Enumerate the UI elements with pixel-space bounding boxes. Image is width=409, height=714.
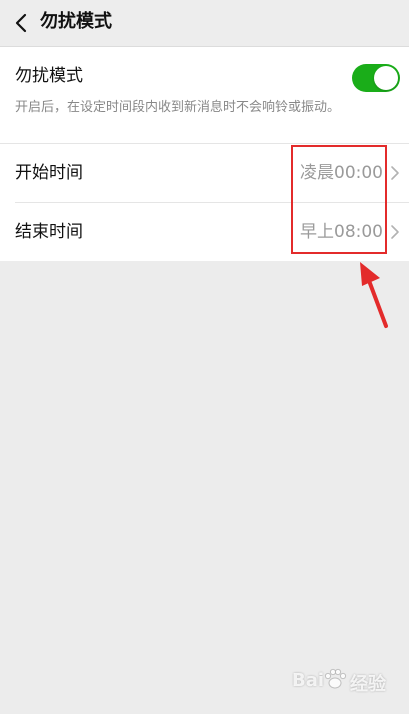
- dnd-switch[interactable]: [352, 64, 400, 92]
- back-button[interactable]: [6, 8, 36, 38]
- watermark-text-right: 经验: [350, 674, 386, 695]
- dnd-toggle-card: 勿扰模式 开启后，在设定时间段内收到新消息时不会响铃或振动。: [0, 47, 409, 143]
- chevron-right-icon: [391, 166, 399, 180]
- end-time-label: 结束时间: [15, 222, 83, 242]
- dnd-description: 开启后，在设定时间段内收到新消息时不会响铃或振动。: [15, 100, 341, 115]
- back-chevron-icon: [15, 13, 27, 33]
- annotation-arrow-icon: [360, 262, 388, 328]
- page-title: 勿扰模式: [40, 11, 112, 32]
- chevron-right-icon: [391, 225, 399, 239]
- switch-knob: [374, 66, 398, 90]
- paw-icon: [324, 668, 347, 689]
- start-time-label: 开始时间: [15, 163, 83, 183]
- title-bar: 勿扰模式: [0, 0, 409, 47]
- watermark-text-left: Bai: [292, 670, 325, 691]
- highlight-box: [291, 145, 387, 254]
- watermark: Bai 经验: [292, 666, 404, 696]
- dnd-label: 勿扰模式: [15, 66, 83, 86]
